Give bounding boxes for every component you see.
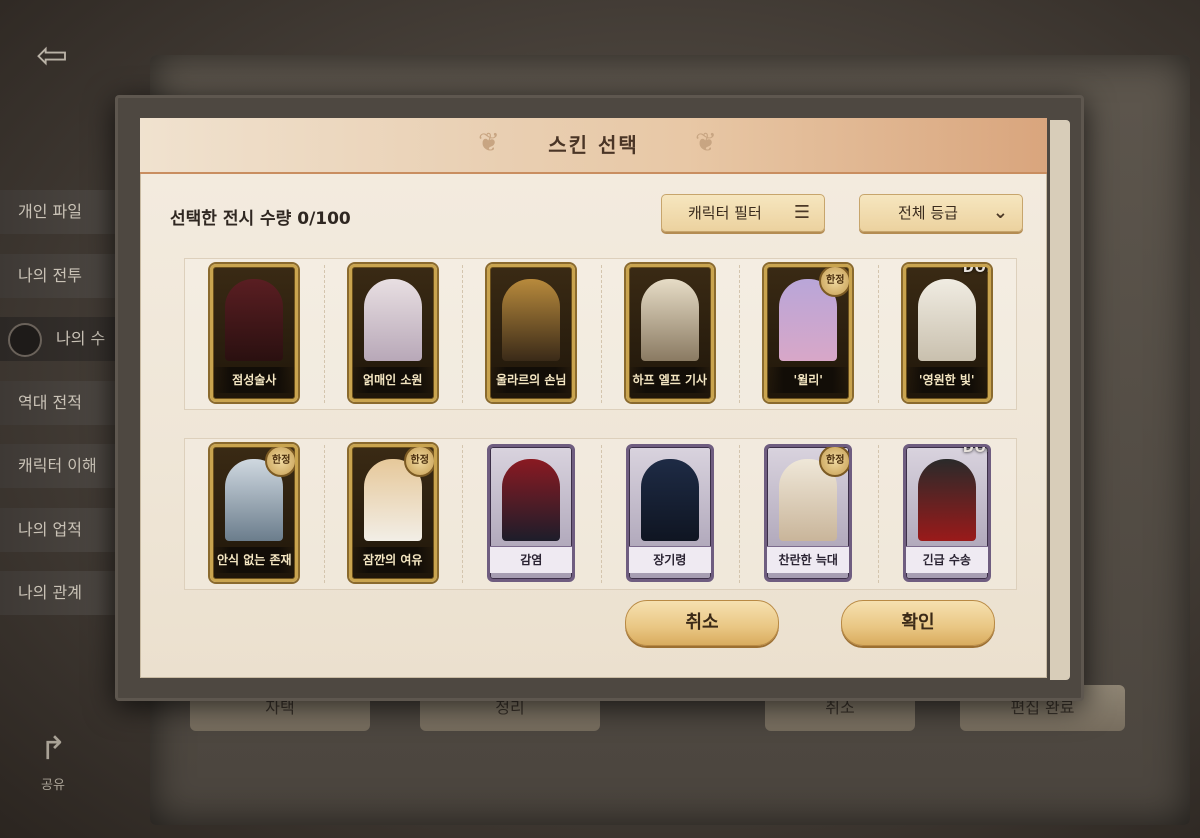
dialog-header: ❦ 스킨 선택 ❦ [140, 118, 1047, 174]
skin-name: 하프 엘프 기사 [628, 367, 711, 393]
skin-name: 점성술사 [213, 367, 296, 393]
skin-portrait [640, 459, 699, 541]
skin-card[interactable]: 울라르의 손님 [487, 264, 576, 402]
skin-row-2: 안식 없는 존재 한정잠깐의 여유 한정감염 장기령 찬란한 늑대 한정긴급 수송 DOK [184, 438, 1017, 590]
skin-portrait [502, 279, 561, 361]
skin-card[interactable]: 잠깐의 여유 한정 [348, 444, 437, 582]
skin-portrait [225, 279, 284, 361]
skin-name: 찬란한 늑대 [767, 546, 850, 573]
collab-logo-icon: DOK [962, 264, 988, 276]
chevron-down-icon: ⌄ [992, 202, 1008, 223]
cell-divider [323, 445, 325, 583]
cell-divider [739, 265, 740, 403]
character-filter-label: 캐릭터 필터 [688, 204, 762, 222]
selected-count-label: 선택한 전시 수량 0/100 [170, 209, 351, 229]
modal-page-edge [1050, 120, 1070, 680]
cancel-button[interactable]: 취소 [625, 600, 779, 646]
skin-portrait [917, 279, 976, 361]
skin-card[interactable]: 하프 엘프 기사 [625, 264, 714, 402]
skin-portrait [363, 279, 422, 361]
grade-filter-label: 전체 등급 [898, 204, 958, 222]
skin-card[interactable]: '영원한 빛' DOK [902, 264, 991, 402]
confirm-button[interactable]: 확인 [841, 600, 995, 646]
laurel-left-icon: ❦ [478, 128, 500, 158]
side-item-label: 나의 수 [56, 329, 106, 348]
skin-name: 긴급 수송 [905, 546, 988, 573]
skin-name: 울라르의 손님 [490, 367, 573, 393]
character-filter-button[interactable]: 캐릭터 필터 ☰ [661, 194, 825, 232]
skin-select-dialog: ❦ 스킨 선택 ❦ 선택한 전시 수량 0/100 캐릭터 필터 ☰ 전체 등급… [140, 118, 1047, 678]
skin-name: 감염 [490, 546, 573, 573]
skin-name: 잠깐의 여유 [351, 547, 434, 573]
limited-badge: 한정 [819, 447, 850, 477]
emblem-icon [8, 322, 42, 357]
grade-filter-dropdown[interactable]: 전체 등급 ⌄ [859, 194, 1023, 232]
limited-badge: 한정 [265, 447, 296, 477]
share-label: 공유 [41, 778, 65, 793]
skin-name: 얽매인 소원 [351, 367, 434, 393]
cell-divider [462, 445, 463, 583]
skin-card[interactable]: 얽매인 소원 [348, 264, 437, 402]
list-icon: ☰ [793, 202, 810, 223]
collab-logo-icon: DOK [962, 444, 988, 456]
cell-divider [739, 445, 740, 583]
cell-divider [600, 445, 602, 583]
skin-name: 장기령 [628, 546, 711, 573]
skin-card[interactable]: '윌리' 한정 [764, 264, 853, 402]
back-icon[interactable]: ⇦ [22, 30, 82, 80]
skin-card[interactable]: 감염 [487, 444, 576, 582]
skin-card[interactable]: 긴급 수송 DOK [902, 444, 991, 582]
cell-divider [600, 265, 602, 403]
cell-divider [323, 265, 325, 403]
skin-name: 안식 없는 존재 [213, 547, 296, 573]
limited-badge: 한정 [403, 447, 434, 477]
cell-divider [877, 265, 879, 403]
laurel-right-icon: ❦ [695, 128, 717, 158]
dialog-title: 스킨 선택 [548, 133, 639, 157]
skin-card[interactable]: 장기령 [625, 444, 714, 582]
skin-card[interactable]: 안식 없는 존재 한정 [210, 444, 299, 582]
skin-portrait [917, 459, 976, 541]
cell-divider [462, 265, 463, 403]
skin-row-1: 점성술사 얽매인 소원 울라르의 손님 하프 엘프 기사 '윌리' 한정 '영원한 빛' DO… [184, 258, 1017, 410]
limited-badge: 한정 [819, 267, 850, 297]
cell-divider [877, 445, 879, 583]
skin-card[interactable]: 찬란한 늑대 한정 [764, 444, 853, 582]
skin-portrait [502, 459, 561, 541]
skin-name: '영원한 빛' [905, 367, 988, 393]
skin-portrait [640, 279, 699, 361]
skin-name: '윌리' [767, 367, 850, 393]
skin-card[interactable]: 점성술사 [210, 264, 299, 402]
